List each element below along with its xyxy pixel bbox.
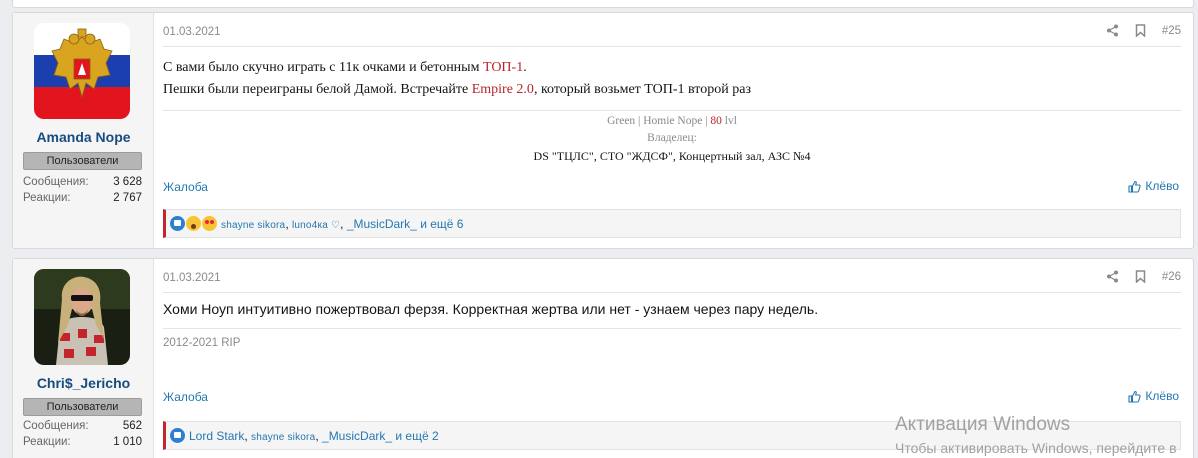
body-line-1: С вами было скучно играть с 11к очками и… bbox=[163, 57, 751, 79]
reactions-more-link[interactable]: и ещё 6 bbox=[420, 217, 463, 231]
reactions-stat: Реакции: 2 767 bbox=[23, 192, 142, 204]
reaction-user[interactable]: shayne sikora bbox=[221, 220, 285, 231]
reaction-user[interactable]: _MusicDark_ bbox=[347, 217, 417, 231]
post-number-link[interactable]: #25 bbox=[1162, 25, 1181, 37]
username[interactable]: Amanda Nope bbox=[13, 129, 154, 145]
highlight-text: ТОП-1 bbox=[482, 60, 524, 75]
report-link[interactable]: Жалоба bbox=[163, 180, 208, 194]
signature-divider bbox=[163, 110, 1181, 111]
post-actions: #26 bbox=[1106, 270, 1181, 283]
reactions-stat: Реакции: 1 010 bbox=[23, 436, 142, 448]
reactions-bar[interactable]: Lord Stark, shayne sikora, _MusicDark_ и… bbox=[163, 421, 1181, 450]
signature-line-1: Green | Homie Nope | 80 lvl bbox=[163, 115, 1181, 127]
share-icon[interactable] bbox=[1106, 24, 1119, 37]
love-reaction-icon bbox=[202, 216, 217, 231]
messages-label: Сообщения: bbox=[23, 420, 89, 432]
post-body: С вами было скучно играть с 11к очками и… bbox=[163, 57, 751, 101]
like-reaction-icon bbox=[170, 216, 185, 231]
like-label: Клёво bbox=[1145, 179, 1179, 193]
thumbs-up-icon bbox=[1128, 390, 1142, 403]
header-divider bbox=[163, 46, 1181, 47]
reaction-user-list: Lord Stark, shayne sikora, _MusicDark_ и… bbox=[189, 428, 439, 443]
russian-flag-avatar-icon bbox=[34, 23, 130, 119]
post-date[interactable]: 01.03.2021 bbox=[163, 26, 221, 38]
sig-text: lvl bbox=[721, 115, 737, 127]
reactions-label: Реакции: bbox=[23, 192, 71, 204]
reactions-bar[interactable]: shayne sikora, luno4ка ♡, _MusicDark_ и … bbox=[163, 209, 1181, 238]
post-body: Хоми Ноуп интуитивно пожертвовал ферзя. … bbox=[163, 301, 819, 317]
like-reaction-icon bbox=[170, 428, 185, 443]
signature-line-2: Владелец: bbox=[647, 132, 697, 144]
bookmark-icon[interactable] bbox=[1135, 24, 1146, 37]
post-content: 01.03.2021 #26 Хоми Ноуп интуитивно поже… bbox=[163, 259, 1193, 458]
reactions-value: 1 010 bbox=[113, 436, 142, 448]
username[interactable]: Chri$_Jericho bbox=[13, 375, 154, 391]
previous-post-stub bbox=[12, 0, 1194, 8]
like-button[interactable]: Клёво bbox=[1128, 389, 1179, 403]
avatar[interactable] bbox=[34, 269, 130, 365]
body-line-2: Пешки были переиграны белой Дамой. Встре… bbox=[163, 79, 751, 101]
messages-value[interactable]: 3 628 bbox=[113, 176, 142, 188]
post-25: Amanda Nope Пользователи Сообщения: 3 62… bbox=[12, 12, 1194, 249]
messages-value[interactable]: 562 bbox=[123, 420, 142, 432]
messages-stat: Сообщения: 562 bbox=[23, 420, 142, 432]
highlight-text: Empire 2.0 bbox=[471, 82, 534, 97]
user-photo-avatar-icon bbox=[34, 269, 130, 365]
body-text: С вами было скучно играть с 11к очками и… bbox=[163, 60, 483, 75]
bookmark-icon[interactable] bbox=[1135, 270, 1146, 283]
reaction-user[interactable]: Lord Stark bbox=[189, 429, 244, 443]
reactions-value: 2 767 bbox=[113, 192, 142, 204]
user-title-badge: Пользователи bbox=[23, 152, 142, 170]
messages-label: Сообщения: bbox=[23, 176, 89, 188]
body-text: Пешки были переиграны белой Дамой. Встре… bbox=[163, 82, 472, 97]
post-number-link[interactable]: #26 bbox=[1162, 271, 1181, 283]
reactions-label: Реакции: bbox=[23, 436, 71, 448]
body-text: . bbox=[523, 60, 527, 75]
post-actions: #25 bbox=[1106, 24, 1181, 37]
messages-stat: Сообщения: 3 628 bbox=[23, 176, 142, 188]
signature: 2012-2021 RIP bbox=[163, 337, 241, 349]
report-link[interactable]: Жалоба bbox=[163, 390, 208, 404]
post-date[interactable]: 01.03.2021 bbox=[163, 272, 221, 284]
user-info-panel: Chri$_Jericho Пользователи Сообщения: 56… bbox=[13, 259, 154, 458]
user-title-badge: Пользователи bbox=[23, 398, 142, 416]
post-26: Chri$_Jericho Пользователи Сообщения: 56… bbox=[12, 258, 1194, 458]
header-divider bbox=[163, 292, 1181, 293]
reaction-user[interactable]: _MusicDark_ bbox=[322, 429, 392, 443]
body-text: , который возьмет ТОП-1 второй раз bbox=[533, 82, 751, 97]
post-content: 01.03.2021 #25 С вами было скучно играть… bbox=[163, 13, 1193, 248]
like-label: Клёво bbox=[1145, 389, 1179, 403]
avatar[interactable] bbox=[34, 23, 130, 119]
wow-reaction-icon bbox=[186, 216, 201, 231]
sig-level: 80 bbox=[710, 115, 722, 127]
reaction-user[interactable]: shayne sikora bbox=[251, 432, 315, 443]
thumbs-up-icon bbox=[1128, 180, 1142, 193]
signature-line-3: DS "ТЦЛС", СТО "ЖДСФ", Концертный зал, А… bbox=[533, 149, 811, 163]
like-button[interactable]: Клёво bbox=[1128, 179, 1179, 193]
sig-text: Green | Homie Nope | bbox=[607, 115, 711, 127]
reactions-more-link[interactable]: и ещё 2 bbox=[395, 429, 438, 443]
user-info-panel: Amanda Nope Пользователи Сообщения: 3 62… bbox=[13, 13, 154, 248]
share-icon[interactable] bbox=[1106, 270, 1119, 283]
reaction-user[interactable]: luno4ка ♡ bbox=[292, 220, 340, 231]
signature-divider bbox=[163, 328, 1181, 329]
reaction-user-list: shayne sikora, luno4ка ♡, _MusicDark_ и … bbox=[221, 216, 464, 231]
